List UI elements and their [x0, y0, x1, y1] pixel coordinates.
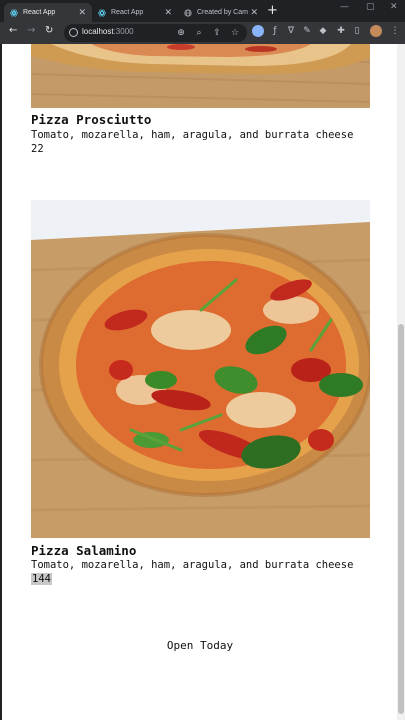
share-icon[interactable]: ⇪ [212, 28, 222, 38]
extension-color-icon[interactable]: ◆ [318, 26, 328, 36]
pizza-ingredients: Tomato, mozarella, ham, aragula, and bur… [31, 129, 354, 141]
back-arrow-icon[interactable]: ← [9, 25, 17, 36]
profile-avatar[interactable] [370, 25, 382, 37]
extension-pen-icon[interactable]: ✎ [302, 26, 312, 36]
tab-react-app[interactable]: React App ✕ [92, 3, 178, 22]
close-tab-icon[interactable]: ✕ [250, 7, 258, 18]
react-icon [10, 8, 18, 17]
close-window-icon[interactable]: ✕ [390, 2, 398, 12]
extension-v-icon[interactable]: ∇ [286, 26, 296, 36]
tab-title: React App [111, 9, 144, 16]
pizza-price: 22 [31, 143, 44, 155]
browser-toolbar: ← → ↻ localhost:3000 ⊕ ⌕ ⇪ ☆ ƒ ∇ ✎ ◆ ✚ ▯… [0, 22, 405, 44]
forward-arrow-icon[interactable]: → [27, 25, 35, 36]
pizza-name: Pizza Salamino [31, 543, 137, 558]
pizza-price: 144 [31, 573, 52, 585]
page-scrollbar[interactable] [397, 44, 405, 720]
pizza-salamino-photo [31, 200, 370, 538]
install-icon[interactable]: ⊕ [176, 28, 186, 38]
address-bar[interactable]: localhost:3000 ⊕ ⌕ ⇪ ☆ [64, 24, 247, 42]
extension-font-icon[interactable]: ƒ [270, 26, 280, 36]
page-viewport: Pizza Prosciutto Tomato, mozarella, ham,… [0, 44, 405, 720]
bookmark-star-icon[interactable]: ☆ [230, 28, 240, 38]
tab-created-by[interactable]: Created by Cam ✕ [178, 3, 264, 22]
minimize-icon[interactable]: — [340, 2, 349, 12]
close-tab-icon[interactable]: ✕ [78, 7, 86, 18]
reload-icon[interactable]: ↻ [45, 25, 53, 36]
zoom-icon[interactable]: ⌕ [194, 28, 204, 38]
globe-icon [184, 8, 192, 17]
extensions-puzzle-icon[interactable]: ✚ [336, 26, 346, 36]
tab-title: Created by Cam [197, 9, 248, 16]
tab-react-app-active[interactable]: React App ✕ [4, 3, 92, 22]
scrollbar-thumb[interactable] [398, 324, 404, 714]
footer-status: Open Today [166, 639, 234, 652]
site-info-icon[interactable] [69, 28, 78, 37]
menu-kebab-icon[interactable]: ⋮ [390, 26, 400, 36]
extension-blue-icon[interactable] [252, 25, 264, 37]
close-tab-icon[interactable]: ✕ [164, 7, 172, 18]
maximize-icon[interactable]: ▢ [366, 2, 375, 12]
window-edge [0, 44, 2, 720]
pizza-name: Pizza Prosciutto [31, 112, 152, 127]
browser-tabstrip: React App ✕ React App ✕ Created by Cam ✕… [0, 0, 405, 22]
pizza-prosciutto-photo [31, 44, 370, 108]
tab-title: React App [23, 9, 56, 16]
pizza-ingredients: Tomato, mozarella, ham, aragula, and bur… [31, 559, 354, 571]
url-text: localhost:3000 [82, 27, 134, 36]
react-icon [98, 8, 106, 17]
new-tab-button[interactable]: + [267, 3, 278, 18]
side-panel-icon[interactable]: ▯ [352, 26, 362, 36]
